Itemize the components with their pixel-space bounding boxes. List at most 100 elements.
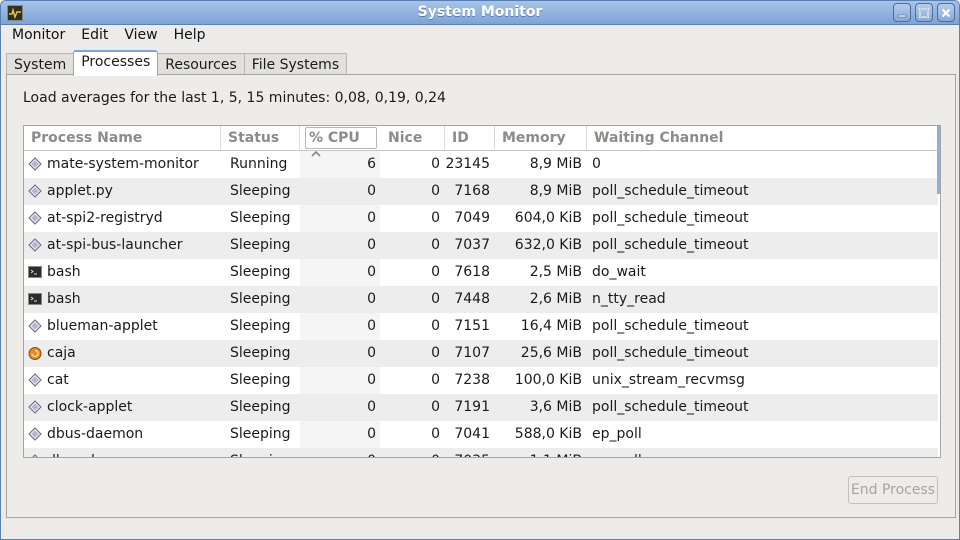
maximize-button[interactable] [915, 3, 933, 22]
title-bar[interactable]: System Monitor [1, 1, 959, 25]
generic-process-icon [28, 400, 42, 414]
terminal-icon [28, 292, 42, 306]
process-status: Sleeping [230, 399, 291, 415]
process-status: Sleeping [230, 426, 291, 442]
process-memory: 588,0 KiB [514, 426, 582, 442]
process-nice: 0 [431, 372, 440, 388]
process-waiting-channel: poll_schedule_timeout [592, 345, 749, 361]
process-memory: 1,1 MiB [494, 453, 582, 457]
menu-help[interactable]: Help [164, 25, 212, 47]
table-row[interactable]: dbus-daemon Sleeping 0 0 7041 588,0 KiB … [24, 421, 938, 448]
table-row[interactable]: applet.py Sleeping 0 0 7168 8,9 MiB poll… [24, 178, 938, 205]
process-memory: 2,6 MiB [529, 291, 582, 307]
close-button[interactable] [937, 3, 955, 22]
process-waiting-channel: n_tty_read [592, 291, 666, 307]
menu-edit[interactable]: Edit [71, 25, 114, 47]
end-process-button[interactable]: End Process [848, 476, 938, 504]
generic-process-icon [28, 454, 42, 457]
column-header-status[interactable]: Status [221, 126, 300, 151]
column-header-cpu[interactable]: % CPU [305, 127, 377, 157]
process-nice: 0 [431, 156, 440, 172]
process-memory: 8,9 MiB [529, 156, 582, 172]
vertical-scrollbar[interactable] [937, 126, 940, 194]
process-cpu: 0 [367, 318, 376, 334]
process-id: 7238 [454, 372, 490, 388]
process-cpu: 0 [367, 210, 376, 226]
column-header-process-name[interactable]: Process Name [24, 126, 221, 151]
process-table[interactable]: Process Name Status % CPU Nice ID Memory… [23, 125, 941, 458]
process-memory: 632,0 KiB [514, 237, 582, 253]
process-name: applet.py [47, 183, 113, 199]
process-id: 7151 [454, 318, 490, 334]
table-row[interactable]: clock-applet Sleeping 0 0 7191 3,6 MiB p… [24, 394, 938, 421]
process-name: bash [47, 264, 81, 280]
process-cpu: 0 [367, 264, 376, 280]
process-waiting-channel: 0 [592, 156, 601, 172]
process-name: at-spi-bus-launcher [47, 237, 183, 253]
terminal-icon [28, 265, 42, 279]
process-waiting-channel: poll_schedule_timeout [592, 210, 749, 226]
process-cpu: 0 [367, 183, 376, 199]
load-averages-label: Load averages for the last 1, 5, 15 minu… [23, 90, 446, 106]
process-id: 7037 [454, 237, 490, 253]
process-status: Sleeping [230, 183, 291, 199]
table-row[interactable]: cat Sleeping 0 0 7238 100,0 KiB unix_str… [24, 367, 938, 394]
maximize-icon [919, 7, 929, 18]
table-header: Process Name Status % CPU Nice ID Memory… [24, 126, 940, 157]
generic-process-icon [28, 427, 42, 441]
column-header-nice[interactable]: Nice [381, 126, 445, 151]
process-id: 7041 [454, 426, 490, 442]
process-name: dbus-daemon [47, 426, 144, 442]
window-title: System Monitor [417, 4, 543, 20]
minimize-icon [897, 14, 907, 17]
column-header-waiting-channel[interactable]: Waiting Channel [587, 126, 940, 151]
process-cpu: 0 [300, 453, 376, 457]
process-nice: 0 [431, 318, 440, 334]
table-row[interactable]: dbus-daemon Sleeping 0 0 7035 1,1 MiB ep… [24, 448, 938, 457]
column-header-cpu-label: % CPU [309, 130, 360, 146]
column-header-memory[interactable]: Memory [495, 126, 587, 151]
table-body: mate-system-monitor Running 6 0 23145 8,… [24, 151, 938, 457]
process-memory: 3,6 MiB [529, 399, 582, 415]
process-nice: 0 [431, 345, 440, 361]
process-id: 7049 [454, 210, 490, 226]
table-row[interactable]: caja Sleeping 0 0 7107 25,6 MiB poll_sch… [24, 340, 938, 367]
table-row[interactable]: bash Sleeping 0 0 7448 2,6 MiB n_tty_rea… [24, 286, 938, 313]
process-cpu: 0 [367, 291, 376, 307]
process-memory: 25,6 MiB [520, 345, 582, 361]
process-nice: 0 [431, 264, 440, 280]
process-name: at-spi2-registryd [47, 210, 163, 226]
menu-monitor[interactable]: Monitor [2, 25, 71, 47]
generic-process-icon [28, 373, 42, 387]
generic-process-icon [28, 211, 42, 225]
process-status: Running [230, 156, 288, 172]
caja-icon [28, 346, 42, 360]
process-status: Sleeping [230, 318, 291, 334]
process-waiting-channel: do_wait [592, 264, 646, 280]
tab-processes[interactable]: Processes [73, 50, 159, 76]
table-row[interactable]: bash Sleeping 0 0 7618 2,5 MiB do_wait [24, 259, 938, 286]
process-id: 23145 [445, 156, 490, 172]
table-row[interactable]: blueman-applet Sleeping 0 0 7151 16,4 Mi… [24, 313, 938, 340]
process-name: caja [47, 345, 76, 361]
process-nice: 0 [431, 210, 440, 226]
table-row[interactable]: mate-system-monitor Running 6 0 23145 8,… [24, 151, 938, 178]
column-header-id[interactable]: ID [445, 126, 495, 151]
process-name: mate-system-monitor [47, 156, 199, 172]
process-name: bash [47, 291, 81, 307]
menu-bar: Monitor Edit View Help [2, 25, 958, 47]
process-memory: 16,4 MiB [520, 318, 582, 334]
process-memory: 8,9 MiB [529, 183, 582, 199]
process-name: cat [47, 372, 69, 388]
system-monitor-window: System Monitor Monitor Edit View Help Sy… [0, 0, 960, 540]
process-nice: 0 [431, 399, 440, 415]
table-row[interactable]: at-spi-bus-launcher Sleeping 0 0 7037 63… [24, 232, 938, 259]
menu-view[interactable]: View [114, 25, 163, 47]
table-row[interactable]: at-spi2-registryd Sleeping 0 0 7049 604,… [24, 205, 938, 232]
process-memory: 2,5 MiB [529, 264, 582, 280]
process-name: clock-applet [47, 399, 133, 415]
minimize-button[interactable] [893, 3, 911, 22]
process-id: 7168 [454, 183, 490, 199]
process-waiting-channel: unix_stream_recvmsg [592, 372, 745, 388]
tab-bar: System Processes Resources File Systems [6, 50, 348, 77]
